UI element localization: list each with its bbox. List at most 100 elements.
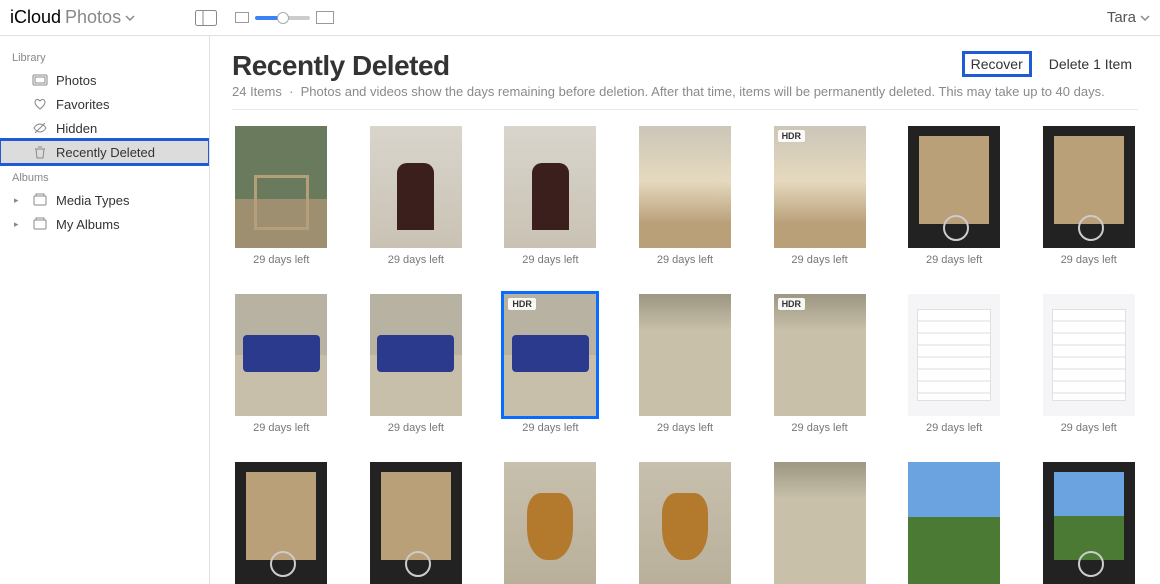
photo-cell[interactable]: HDR 29 days left bbox=[770, 126, 869, 266]
sidebar-item-label: My Albums bbox=[56, 217, 120, 232]
section-name: Photos bbox=[65, 7, 121, 28]
sidebar: Library Photos Favorites Hidden Recently Del… bbox=[0, 36, 210, 584]
photo-cell[interactable]: 29 days left bbox=[1039, 126, 1138, 266]
photo-cell[interactable]: 29 days left bbox=[367, 462, 466, 584]
sidebar-item-label: Recently Deleted bbox=[56, 145, 155, 160]
delete-button[interactable]: Delete 1 Item bbox=[1043, 54, 1138, 74]
sidebar-section-label: Albums bbox=[0, 164, 209, 188]
photo-cell[interactable]: 29 days left bbox=[232, 126, 331, 266]
days-left-label: 29 days left bbox=[791, 254, 847, 266]
photo-thumbnail[interactable] bbox=[235, 462, 327, 584]
eye-off-icon bbox=[32, 121, 48, 135]
sidebar-item-favorites[interactable]: Favorites bbox=[0, 92, 209, 116]
days-left-label: 29 days left bbox=[388, 254, 444, 266]
hdr-badge: HDR bbox=[508, 298, 536, 310]
days-left-label: 29 days left bbox=[388, 422, 444, 434]
sidebar-item-label: Media Types bbox=[56, 193, 129, 208]
photo-grid: 29 days left 29 days left 29 days left 29 d… bbox=[232, 126, 1138, 584]
photo-thumbnail[interactable] bbox=[1043, 126, 1135, 248]
zoom-small-icon bbox=[235, 12, 249, 23]
page-title: Recently Deleted bbox=[232, 50, 450, 82]
user-menu[interactable]: Tara bbox=[1107, 9, 1150, 26]
photo-thumbnail[interactable] bbox=[1043, 294, 1135, 416]
sidebar-section-label: Library bbox=[0, 44, 209, 68]
days-left-label: 29 days left bbox=[522, 422, 578, 434]
item-count: 24 Items bbox=[232, 84, 282, 99]
photo-cell[interactable]: 29 days left bbox=[232, 462, 331, 584]
photo-cell[interactable]: 29 days left bbox=[636, 294, 735, 434]
photo-thumbnail[interactable] bbox=[235, 294, 327, 416]
photo-cell[interactable]: HDR29 days left bbox=[770, 294, 869, 434]
days-left-label: 29 days left bbox=[522, 254, 578, 266]
days-left-label: 29 days left bbox=[926, 422, 982, 434]
photo-cell[interactable]: 29 days left bbox=[636, 462, 735, 584]
photo-cell[interactable]: HDR 29 days left bbox=[501, 294, 600, 434]
photo-cell[interactable]: 29 days left bbox=[1039, 294, 1138, 434]
info-text: 24 Items · Photos and videos show the da… bbox=[232, 84, 1138, 110]
photo-thumbnail[interactable] bbox=[370, 462, 462, 584]
chevron-down-icon bbox=[1140, 13, 1150, 23]
photo-thumbnail[interactable] bbox=[1043, 462, 1135, 584]
sidebar-item-recently-deleted[interactable]: Recently Deleted bbox=[0, 140, 209, 164]
sidebar-item-my-albums[interactable]: ▸ My Albums bbox=[0, 212, 209, 236]
info-description: Photos and videos show the days remainin… bbox=[301, 84, 1105, 99]
photo-thumbnail[interactable] bbox=[370, 126, 462, 248]
photo-thumbnail[interactable]: HDR bbox=[774, 294, 866, 416]
main-content: Recently Deleted Recover Delete 1 Item 2… bbox=[210, 36, 1160, 584]
photo-thumbnail[interactable] bbox=[908, 462, 1000, 584]
app-title-dropdown[interactable]: iCloud Photos bbox=[10, 7, 135, 28]
photo-cell[interactable]: 29 days left bbox=[636, 126, 735, 266]
hdr-badge: HDR bbox=[778, 298, 806, 310]
photo-thumbnail[interactable] bbox=[504, 126, 596, 248]
photo-thumbnail[interactable]: HDR bbox=[774, 126, 866, 248]
album-icon bbox=[32, 217, 48, 231]
sidebar-item-label: Favorites bbox=[56, 97, 109, 112]
zoom-slider[interactable] bbox=[255, 16, 310, 20]
disclosure-triangle-icon[interactable]: ▸ bbox=[14, 195, 24, 206]
days-left-label: 29 days left bbox=[926, 254, 982, 266]
days-left-label: 29 days left bbox=[253, 254, 309, 266]
photo-cell[interactable]: 29 days left bbox=[232, 294, 331, 434]
app-name: iCloud bbox=[10, 7, 61, 28]
photo-cell[interactable]: 29 days left bbox=[501, 126, 600, 266]
days-left-label: 29 days left bbox=[657, 254, 713, 266]
recover-button[interactable]: Recover bbox=[965, 54, 1029, 74]
photo-cell[interactable]: 29 days left bbox=[367, 126, 466, 266]
sidebar-item-label: Hidden bbox=[56, 121, 97, 136]
days-left-label: 29 days left bbox=[253, 422, 309, 434]
album-icon bbox=[32, 193, 48, 207]
days-left-label: 29 days left bbox=[657, 422, 713, 434]
sidebar-item-label: Photos bbox=[56, 73, 96, 88]
days-left-label: 29 days left bbox=[1061, 254, 1117, 266]
photo-cell[interactable]: 29 days left bbox=[905, 462, 1004, 584]
heart-icon bbox=[32, 97, 48, 111]
photo-thumbnail[interactable] bbox=[774, 462, 866, 584]
photo-cell[interactable]: 29 days left bbox=[905, 126, 1004, 266]
photo-cell[interactable]: 29 days left bbox=[770, 462, 869, 584]
photo-cell[interactable]: 29 days left bbox=[1039, 462, 1138, 584]
photo-thumbnail[interactable] bbox=[504, 462, 596, 584]
photo-cell[interactable]: 29 days left bbox=[367, 294, 466, 434]
photo-thumbnail[interactable] bbox=[639, 126, 731, 248]
photo-thumbnail[interactable] bbox=[639, 294, 731, 416]
trash-icon bbox=[32, 145, 48, 159]
sidebar-item-media-types[interactable]: ▸ Media Types bbox=[0, 188, 209, 212]
photo-thumbnail[interactable] bbox=[908, 126, 1000, 248]
zoom-large-icon bbox=[316, 11, 334, 24]
photo-cell[interactable]: 29 days left bbox=[905, 294, 1004, 434]
sidebar-item-photos[interactable]: Photos bbox=[0, 68, 209, 92]
sidebar-toggle-icon[interactable] bbox=[195, 10, 217, 26]
photo-thumbnail[interactable] bbox=[908, 294, 1000, 416]
photo-thumbnail[interactable] bbox=[639, 462, 731, 584]
photo-thumbnail[interactable] bbox=[370, 294, 462, 416]
hdr-badge: HDR bbox=[778, 130, 806, 142]
sidebar-item-hidden[interactable]: Hidden bbox=[0, 116, 209, 140]
zoom-control[interactable] bbox=[235, 11, 334, 24]
photo-cell[interactable]: 29 days left bbox=[501, 462, 600, 584]
topbar: iCloud Photos Tara bbox=[0, 0, 1160, 36]
photo-thumbnail[interactable]: HDR bbox=[504, 294, 596, 416]
disclosure-triangle-icon[interactable]: ▸ bbox=[14, 219, 24, 230]
days-left-label: 29 days left bbox=[1061, 422, 1117, 434]
photos-icon bbox=[32, 73, 48, 87]
photo-thumbnail[interactable] bbox=[235, 126, 327, 248]
